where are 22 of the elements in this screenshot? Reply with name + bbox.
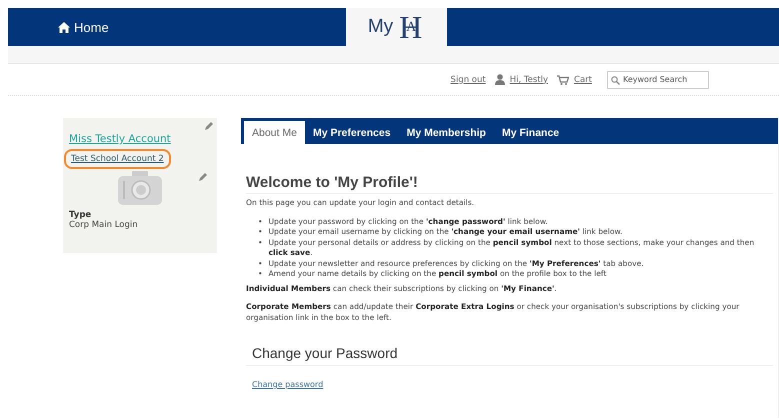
page-title: Welcome to 'My Profile'! [246, 174, 773, 194]
section-title: Change your Password [246, 345, 773, 366]
tab[interactable]: My Membership [398, 121, 494, 144]
search-icon [611, 76, 620, 84]
search-field[interactable]: Keyword Search [607, 70, 709, 88]
tab[interactable]: My Preferences [304, 121, 399, 144]
tab[interactable]: About Me [244, 121, 305, 144]
change-password-link[interactable]: Change password [252, 380, 324, 389]
camera-icon [118, 171, 162, 205]
organisation-link[interactable]: Test School Account 2 [64, 149, 171, 169]
type-label: Type [69, 210, 92, 220]
pencil-icon[interactable] [205, 122, 213, 130]
type-value: Corp Main Login [69, 220, 139, 230]
sign-out-link[interactable]: Sign out [450, 74, 486, 84]
home-icon [58, 22, 70, 32]
home-link[interactable]: Home [58, 20, 109, 34]
account-link[interactable]: Hi, Testly [510, 74, 548, 84]
user-icon [494, 74, 505, 85]
pencil-icon[interactable] [199, 173, 207, 181]
cart-icon [557, 74, 570, 84]
cart-link[interactable]: Cart [574, 74, 592, 84]
tab[interactable]: My Finance [494, 121, 568, 144]
